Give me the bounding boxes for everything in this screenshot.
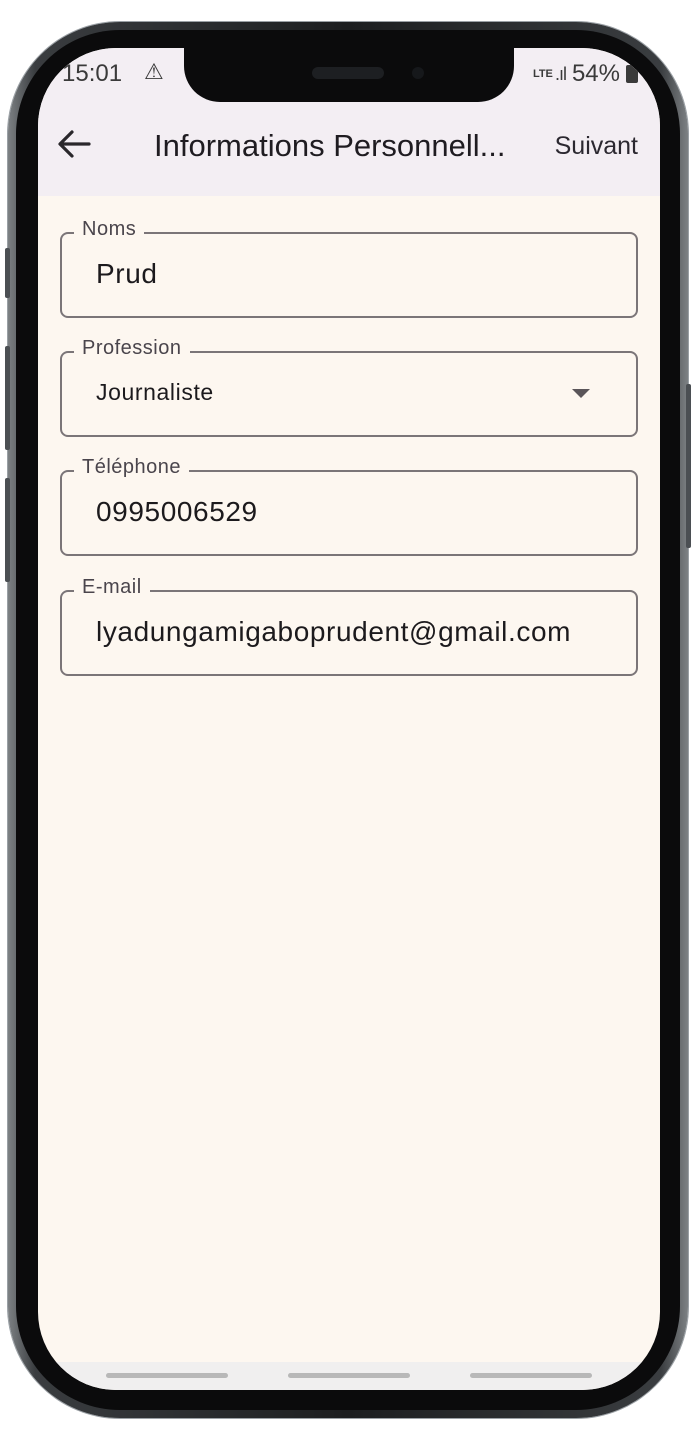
side-button-volume-down xyxy=(5,478,10,582)
network-type-label: LTE xyxy=(532,67,553,80)
app-bar: 15:01 ⚠ LTE .ıl 54% Informations Personn… xyxy=(38,48,660,196)
status-time: 15:01 xyxy=(62,60,123,87)
next-button[interactable]: Suivant xyxy=(555,132,638,161)
side-button-power xyxy=(686,384,691,548)
battery-charging-icon xyxy=(626,62,638,83)
app-screen: 15:01 ⚠ LTE .ıl 54% Informations Personn… xyxy=(38,48,660,1390)
profession-dropdown[interactable]: Profession Journaliste xyxy=(60,337,638,437)
back-button[interactable] xyxy=(54,122,94,166)
page-title: Informations Personnell... xyxy=(154,128,506,163)
profession-value: Journaliste xyxy=(96,379,214,405)
email-label: E-mail xyxy=(74,576,150,599)
nav-handle-center[interactable] xyxy=(288,1373,410,1378)
names-field[interactable]: Noms Prud xyxy=(60,218,638,318)
phone-field[interactable]: Téléphone 0995006529 xyxy=(60,456,638,556)
front-camera xyxy=(412,67,424,79)
email-value: lyadungamigaboprudent@gmail.com xyxy=(96,616,572,647)
system-nav-bar xyxy=(38,1362,660,1390)
phone-label: Téléphone xyxy=(74,456,190,479)
nav-handle-left[interactable] xyxy=(106,1373,228,1378)
caret-down-icon xyxy=(572,389,590,398)
side-button-silent xyxy=(5,248,10,298)
names-value: Prud xyxy=(96,258,158,289)
speaker-grille xyxy=(312,67,384,79)
warning-icon: ⚠ xyxy=(144,59,164,84)
profession-label: Profession xyxy=(74,337,190,360)
side-button-volume-up xyxy=(5,346,10,450)
nav-handle-right[interactable] xyxy=(470,1373,592,1378)
status-right-group: LTE .ıl 54% xyxy=(533,60,638,88)
camera-notch xyxy=(184,48,514,102)
signal-icon: .ıl xyxy=(554,63,567,84)
battery-percent: 54% xyxy=(571,60,620,87)
email-field[interactable]: E-mail lyadungamigaboprudent@gmail.com xyxy=(60,576,638,676)
names-label: Noms xyxy=(74,218,145,241)
phone-value: 0995006529 xyxy=(96,496,258,527)
arrow-left-icon xyxy=(58,130,91,158)
